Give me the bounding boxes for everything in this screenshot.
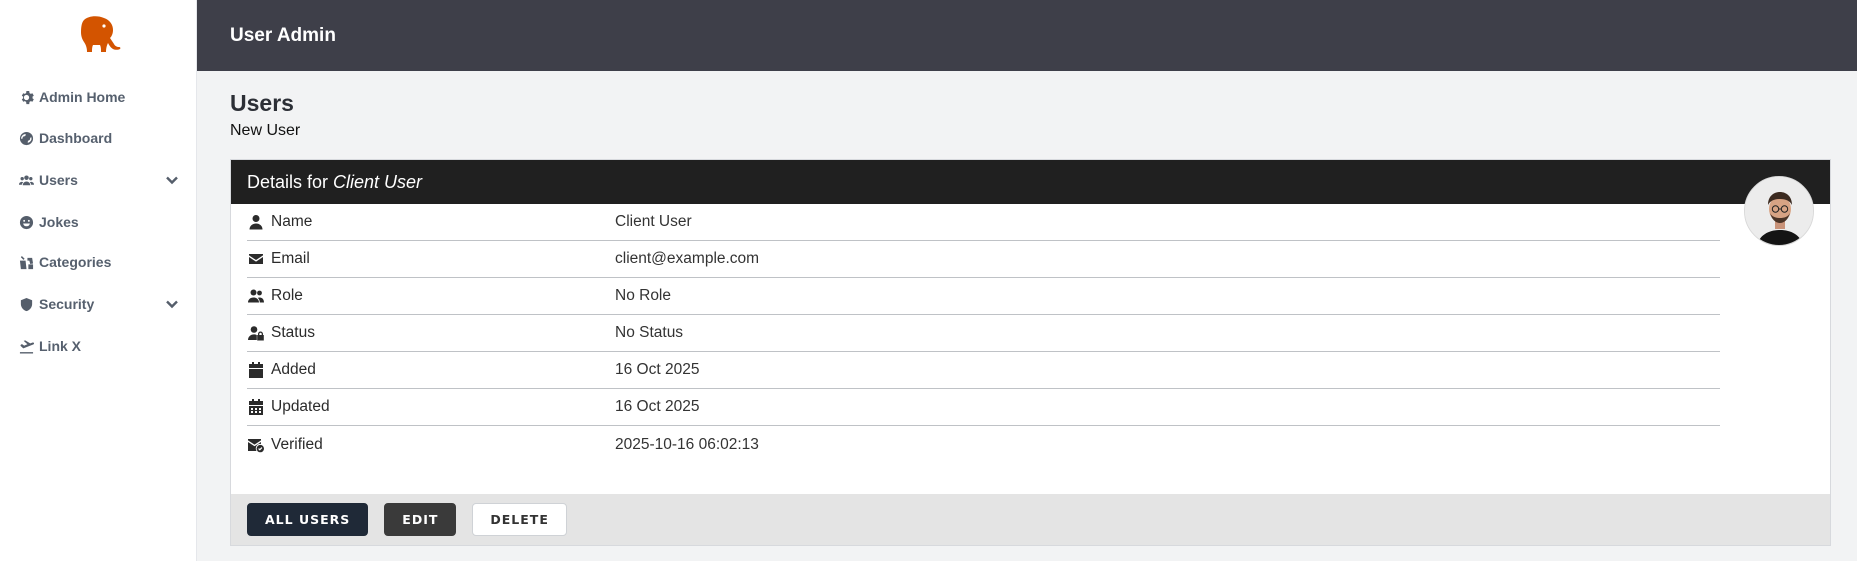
detail-value: 2025-10-16 06:02:13 — [615, 435, 759, 453]
elephant-icon[interactable] — [74, 14, 122, 54]
detail-value: No Role — [615, 287, 671, 304]
app-title: User Admin — [230, 24, 336, 46]
sidebar-item-label: Security — [39, 296, 95, 312]
detail-row-email: Email client@example.com — [247, 241, 1720, 278]
page-subtitle: New User — [230, 122, 301, 139]
detail-value: client@example.com — [615, 250, 760, 267]
detail-label: Updated — [271, 398, 330, 415]
categories-icon — [18, 254, 35, 271]
smile-icon — [18, 214, 35, 231]
detail-value: 16 Oct 2025 — [615, 361, 700, 378]
detail-value: Client User — [615, 213, 692, 230]
detail-value: 16 Oct 2025 — [615, 398, 700, 415]
detail-label: Added — [271, 361, 316, 378]
sidebar-item-categories[interactable]: Categories — [18, 249, 183, 275]
calendar-days-icon — [247, 398, 265, 416]
detail-row-name: Name Client User — [247, 204, 1720, 241]
sidebar-item-label: Admin Home — [39, 89, 126, 105]
calendar-icon — [247, 361, 265, 379]
user-details-card: Details for Client User Name Client User… — [230, 159, 1831, 546]
users-icon — [247, 287, 265, 305]
sidebar-item-label: Jokes — [39, 214, 79, 230]
all-users-button[interactable]: ALL USERS — [247, 503, 369, 536]
detail-label: Status — [271, 324, 315, 341]
user-icon — [247, 213, 265, 231]
sidebar-item-security[interactable]: Security — [18, 291, 183, 317]
detail-row-status: Status No Status — [247, 315, 1720, 352]
detail-label: Email — [271, 250, 310, 267]
user-lock-icon — [247, 324, 265, 342]
detail-row-added: Added 16 Oct 2025 — [247, 352, 1720, 389]
user-avatar — [1744, 176, 1814, 246]
chevron-down-icon[interactable] — [165, 297, 179, 311]
detail-row-verified: Verified 2025-10-16 06:02:13 — [247, 426, 1720, 463]
sidebar-item-label: Categories — [39, 254, 112, 270]
detail-row-updated: Updated 16 Oct 2025 — [247, 389, 1720, 426]
sidebar-item-admin-home[interactable]: Admin Home — [18, 84, 183, 110]
card-heading-name: Client User — [333, 171, 423, 192]
envelope-check-icon — [247, 436, 265, 454]
card-heading-prefix: Details for — [247, 171, 329, 192]
detail-value: No Status — [615, 324, 684, 341]
detail-label: Name — [271, 213, 313, 230]
detail-row-role: Role No Role — [247, 278, 1720, 315]
shield-icon — [18, 296, 35, 313]
sidebar-item-users[interactable]: Users — [18, 167, 183, 193]
sidebar: Admin Home Dashboard Users Jokes Categor… — [0, 0, 197, 561]
top-header: User Admin — [197, 0, 1857, 71]
card-header: Details for Client User — [231, 160, 1830, 204]
sidebar-item-label: Users — [39, 172, 78, 188]
chevron-down-icon[interactable] — [165, 173, 179, 187]
sidebar-item-jokes[interactable]: Jokes — [18, 209, 183, 235]
gear-icon — [18, 89, 35, 106]
sidebar-item-link-x[interactable]: Link X — [18, 333, 183, 359]
sidebar-item-label: Link X — [39, 338, 82, 354]
page-title: Users — [230, 90, 294, 116]
detail-label: Verified — [271, 435, 323, 453]
details-list: Name Client User Email client@example.co… — [247, 204, 1720, 463]
sidebar-item-label: Dashboard — [39, 130, 113, 146]
users-icon — [18, 172, 35, 189]
card-actions: ALL USERS EDIT DELETE — [231, 494, 1830, 545]
edit-button[interactable]: EDIT — [384, 503, 457, 536]
envelope-icon — [247, 250, 265, 268]
plane-icon — [18, 338, 35, 355]
globe-icon — [18, 130, 35, 147]
detail-label: Role — [271, 287, 303, 304]
delete-button[interactable]: DELETE — [472, 503, 567, 536]
sidebar-item-dashboard[interactable]: Dashboard — [18, 125, 183, 151]
